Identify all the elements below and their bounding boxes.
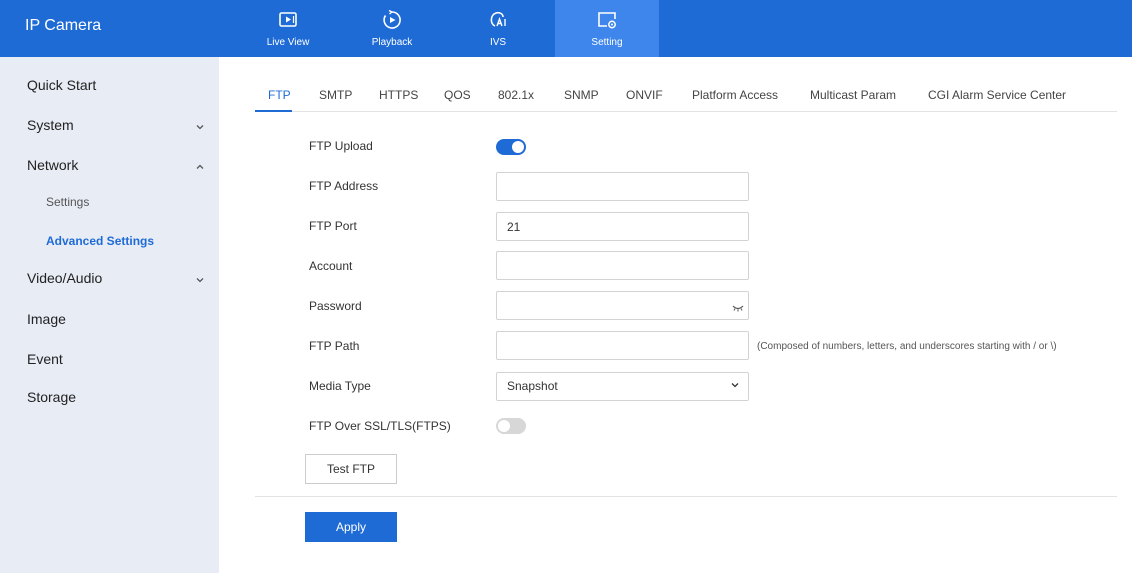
active-tab-indicator <box>255 110 292 112</box>
ftp-path-input[interactable] <box>496 331 749 360</box>
sidebar-subitem-advanced-settings[interactable]: Advanced Settings <box>46 234 154 248</box>
sidebar-item-label: Video/Audio <box>27 270 103 286</box>
toggle-knob <box>498 420 510 432</box>
sidebar-item-label: Quick Start <box>27 77 97 93</box>
nav-playback[interactable]: Playback <box>340 0 444 57</box>
account-label: Account <box>309 259 353 273</box>
chevron-down-icon <box>731 383 739 388</box>
ftp-path-label: FTP Path <box>309 339 360 353</box>
tab-cgi-alarm-service-center[interactable]: CGI Alarm Service Center <box>928 88 1066 102</box>
sidebar-item-video-audio[interactable]: Video/Audio <box>27 270 207 286</box>
password-input[interactable] <box>496 291 749 320</box>
top-bar: IP Camera Live View Playback IVS Setting <box>0 0 1132 57</box>
test-ftp-button[interactable]: Test FTP <box>305 454 397 484</box>
apply-button[interactable]: Apply <box>305 512 397 542</box>
sidebar-item-system[interactable]: System <box>27 117 207 133</box>
ftp-address-input[interactable] <box>496 172 749 201</box>
ftp-port-input[interactable] <box>496 212 749 241</box>
tab-ftp[interactable]: FTP <box>268 88 291 102</box>
sidebar-item-label: System <box>27 117 74 133</box>
chevron-up-icon <box>196 164 204 169</box>
toggle-knob <box>512 141 524 153</box>
nav-label: IVS <box>489 37 507 48</box>
playback-icon <box>383 9 401 29</box>
divider <box>255 496 1117 497</box>
chevron-down-icon <box>196 125 204 130</box>
app-title: IP Camera <box>25 17 102 34</box>
nav-label: Playback <box>371 37 413 48</box>
tab-multicast-param[interactable]: Multicast Param <box>810 88 896 102</box>
tab-platform-access[interactable]: Platform Access <box>692 88 778 102</box>
media-type-label: Media Type <box>309 379 371 393</box>
setting-icon <box>598 12 616 29</box>
eye-closed-icon[interactable] <box>732 304 744 312</box>
chevron-down-icon <box>196 278 204 283</box>
sidebar-subitem-settings[interactable]: Settings <box>46 195 89 209</box>
tab-onvif[interactable]: ONVIF <box>626 88 663 102</box>
sidebar-item-label: Event <box>27 351 63 367</box>
sidebar-item-label: Storage <box>27 389 77 405</box>
media-type-select[interactable]: Snapshot <box>496 372 749 401</box>
password-label: Password <box>309 299 362 313</box>
ftp-path-hint: (Composed of numbers, letters, and under… <box>757 341 1057 352</box>
nav-label: Setting <box>591 37 623 48</box>
tab-smtp[interactable]: SMTP <box>319 88 352 102</box>
tab-qos[interactable]: QOS <box>444 88 471 102</box>
sidebar-item-label: Image <box>27 311 66 327</box>
tab-bar: FTP SMTP HTTPS QOS 802.1x SNMP ONVIF Pla… <box>255 80 1117 112</box>
sidebar-item-image[interactable]: Image <box>27 311 207 327</box>
nav-setting[interactable]: Setting <box>555 0 659 57</box>
sidebar-item-storage[interactable]: Storage <box>27 389 207 405</box>
sidebar-item-quick-start[interactable]: Quick Start <box>27 77 207 93</box>
live-view-icon <box>279 12 297 27</box>
nav-live-view[interactable]: Live View <box>236 0 340 57</box>
tab-https[interactable]: HTTPS <box>379 88 418 102</box>
account-input[interactable] <box>496 251 749 280</box>
ftp-upload-label: FTP Upload <box>309 139 373 153</box>
ftp-address-label: FTP Address <box>309 179 379 193</box>
ftp-port-label: FTP Port <box>309 219 357 233</box>
nav-label: Live View <box>266 37 310 48</box>
media-type-value: Snapshot <box>507 379 558 393</box>
sidebar-item-label: Network <box>27 157 79 173</box>
sidebar: Quick Start System Network Settings Adva… <box>0 57 219 573</box>
sidebar-item-network[interactable]: Network <box>27 157 207 173</box>
ftps-label: FTP Over SSL/TLS(FTPS) <box>309 419 451 433</box>
ftps-toggle[interactable] <box>496 418 526 434</box>
tab-snmp[interactable]: SNMP <box>564 88 599 102</box>
sidebar-item-event[interactable]: Event <box>27 351 207 367</box>
ivs-icon <box>490 11 506 27</box>
tab-802-1x[interactable]: 802.1x <box>498 88 534 102</box>
nav-ivs[interactable]: IVS <box>446 0 550 57</box>
ftp-upload-toggle[interactable] <box>496 139 526 155</box>
